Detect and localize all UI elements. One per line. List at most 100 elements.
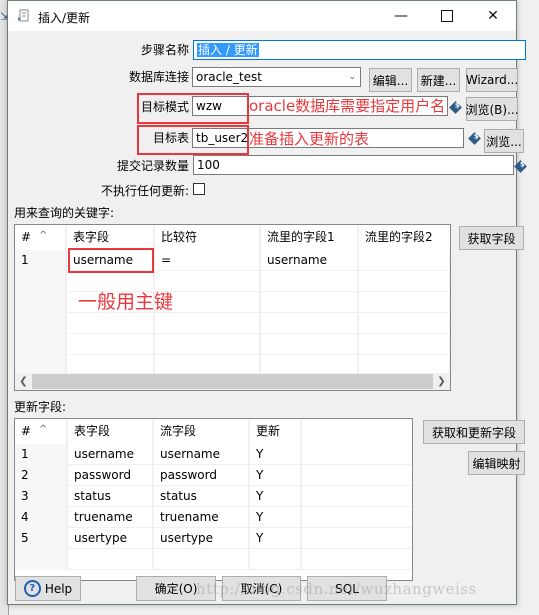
close-icon: ✕ (487, 8, 499, 24)
table-cell[interactable] (359, 271, 450, 292)
scroll-left-icon[interactable]: ❮ (15, 373, 32, 390)
table-cell[interactable] (359, 334, 450, 355)
table-cell[interactable] (261, 334, 359, 355)
table-cell[interactable]: username (68, 444, 154, 465)
row-index[interactable] (15, 313, 67, 334)
table-cell[interactable] (359, 313, 450, 334)
row-index[interactable]: 5 (15, 528, 68, 549)
commit-size-input[interactable]: 100 (193, 155, 514, 175)
table-cell[interactable]: Y (250, 465, 302, 486)
table-cell[interactable] (261, 271, 359, 292)
table-cell[interactable] (359, 292, 450, 313)
no-update-label: 不执行任何更新: (100, 184, 189, 198)
browse-table-button[interactable]: 浏览... (484, 129, 524, 153)
column-header[interactable]: 表字段 (67, 225, 155, 250)
new-connection-button[interactable]: 新建... (417, 68, 460, 92)
table-row[interactable]: 3 status status Y (15, 486, 412, 507)
table-cell[interactable] (302, 528, 412, 549)
table-row[interactable]: 4 truename truename Y (15, 507, 412, 528)
table-cell[interactable] (302, 444, 412, 465)
table-row[interactable]: 2 password password Y (15, 465, 412, 486)
close-button[interactable]: ✕ (470, 1, 516, 31)
table-cell[interactable] (261, 292, 359, 313)
table-cell[interactable] (154, 549, 250, 570)
row-index[interactable] (15, 549, 68, 570)
table-row[interactable]: 5 usertype usertype Y (15, 528, 412, 549)
horizontal-scrollbar[interactable]: ❮ ❯ (15, 373, 450, 390)
edit-connection-button[interactable]: 编辑... (369, 68, 412, 92)
column-header[interactable]: 比较符 (155, 225, 261, 250)
help-icon: ? (23, 580, 41, 597)
row-index[interactable] (15, 292, 67, 313)
row-index[interactable]: 1 (15, 444, 68, 465)
table-cell[interactable] (250, 549, 302, 570)
scroll-right-icon[interactable]: ❯ (433, 373, 450, 390)
table-cell[interactable] (68, 549, 154, 570)
table-cell[interactable]: Y (250, 507, 302, 528)
step-name-input[interactable]: 插入 / 更新 (193, 40, 526, 60)
table-cell[interactable]: Y (250, 528, 302, 549)
table-cell[interactable]: usertype (154, 528, 250, 549)
empty-row[interactable] (15, 334, 450, 355)
table-cell[interactable]: usertype (68, 528, 154, 549)
table-cell[interactable] (67, 313, 155, 334)
maximize-button[interactable] (424, 1, 470, 31)
table-cell[interactable] (359, 250, 450, 271)
minimize-button[interactable]: — (378, 1, 424, 31)
row-index[interactable]: 1 (15, 250, 67, 271)
table-cell[interactable]: username (261, 250, 359, 271)
row-index[interactable]: 3 (15, 486, 68, 507)
table-cell[interactable] (302, 549, 412, 570)
browse-schema-button[interactable]: 浏览(B)... (465, 97, 519, 121)
column-header[interactable]: # ^ (15, 225, 67, 250)
empty-row[interactable] (15, 549, 412, 570)
column-header[interactable]: 更新 (250, 419, 302, 444)
wizard-button[interactable]: Wizard... (466, 68, 518, 92)
update-fields-label: 更新字段: (14, 400, 67, 414)
table-cell[interactable] (155, 334, 261, 355)
table-header: # ^ 表字段 比较符 流里的字段1 流里的字段2 (15, 225, 450, 250)
no-update-checkbox[interactable] (193, 183, 205, 195)
column-header[interactable]: 表字段 (68, 419, 154, 444)
help-button[interactable]: ? Help (15, 576, 81, 601)
empty-row[interactable] (15, 313, 450, 334)
get-fields-button[interactable]: 获取字段 (459, 226, 524, 250)
connection-select[interactable]: oracle_test ⌄ (192, 67, 361, 87)
maximize-icon (441, 10, 453, 22)
row-index[interactable] (15, 334, 67, 355)
table-cell[interactable]: truename (154, 507, 250, 528)
window-title: 插入/更新 (38, 11, 91, 25)
key-annotation: 一般用主键 (78, 291, 174, 313)
table-cell[interactable] (302, 465, 412, 486)
watermark: http://blog.csdn.net/wuzhangweiss (196, 580, 477, 598)
column-header[interactable]: # ^ (15, 419, 68, 444)
table-row[interactable]: 1 username username Y (15, 444, 412, 465)
table-cell[interactable]: password (68, 465, 154, 486)
get-update-fields-button[interactable]: 获取和更新字段 (423, 420, 525, 444)
table-cell[interactable] (67, 334, 155, 355)
table-cell[interactable]: status (68, 486, 154, 507)
edit-mapping-button[interactable]: 编辑映射 (468, 451, 525, 475)
table-cell[interactable] (302, 507, 412, 528)
connection-value: oracle_test (196, 70, 262, 84)
column-header[interactable]: 流字段 (154, 419, 250, 444)
variable-icon: $ (514, 160, 527, 173)
scrollbar-thumb[interactable] (32, 374, 433, 389)
table-cell[interactable]: status (154, 486, 250, 507)
table-cell[interactable]: = (155, 250, 261, 271)
row-index[interactable]: 2 (15, 465, 68, 486)
chevron-down-icon: ⌄ (348, 72, 356, 82)
title-bar: 插入/更新 — ✕ (8, 1, 516, 31)
column-header[interactable]: 流里的字段1 (261, 225, 359, 250)
table-cell[interactable]: password (154, 465, 250, 486)
table-cell[interactable]: truename (68, 507, 154, 528)
table-cell[interactable]: username (154, 444, 250, 465)
row-index[interactable]: 4 (15, 507, 68, 528)
table-cell[interactable]: Y (250, 486, 302, 507)
column-header[interactable]: 流里的字段2 (359, 225, 450, 250)
table-cell[interactable] (155, 313, 261, 334)
table-cell[interactable] (302, 486, 412, 507)
row-index[interactable] (15, 271, 67, 292)
table-cell[interactable]: Y (250, 444, 302, 465)
table-cell[interactable] (261, 313, 359, 334)
